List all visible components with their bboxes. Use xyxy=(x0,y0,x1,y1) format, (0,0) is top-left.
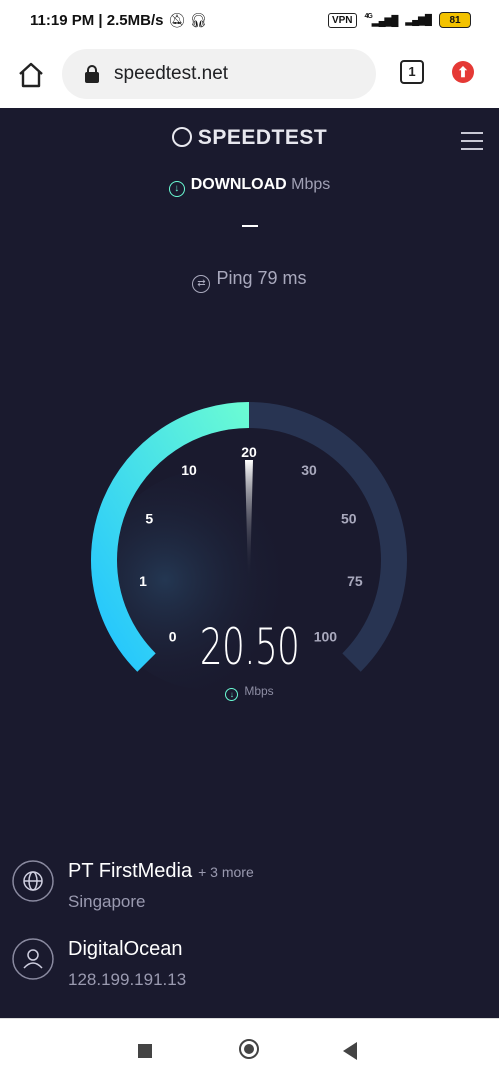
data-rate: 2.5MB/s xyxy=(106,12,164,29)
host-row[interactable]: DigitalOcean 128.199.191.13 xyxy=(12,938,492,998)
home-icon[interactable] xyxy=(16,60,46,90)
headset-icon: 🎧︎ xyxy=(189,12,208,28)
system-nav-bar xyxy=(0,1018,499,1081)
host-name: DigitalOcean xyxy=(68,938,183,960)
speedometer-icon xyxy=(171,127,192,147)
lock-icon xyxy=(85,65,99,83)
battery-level: 81 xyxy=(449,14,461,26)
download-placeholder-dash xyxy=(242,225,258,227)
ping-value: Ping 79 ms xyxy=(216,268,307,288)
gauge-tick-label: 50 xyxy=(341,511,357,527)
ping-display: ⇄ Ping 79 ms xyxy=(0,268,499,293)
speedtest-logo[interactable]: SPEEDTEST xyxy=(0,126,499,150)
signal-icon-2: ▂▄▆█ xyxy=(405,14,432,26)
tab-switcher-button[interactable]: 1 xyxy=(400,60,424,84)
gauge-tick-label: 30 xyxy=(301,462,317,478)
status-separator: | xyxy=(98,12,103,29)
recents-button[interactable] xyxy=(138,1044,152,1058)
globe-icon xyxy=(12,860,54,902)
status-bar: 11:19 PM | 2.5MB/s 🔕︎ 🎧︎ VPN 4G▂▄▆█ ▂▄▆█… xyxy=(0,0,499,44)
host-ip: 128.199.191.13 xyxy=(68,970,187,989)
back-button[interactable] xyxy=(343,1042,357,1060)
vpn-badge: VPN xyxy=(327,12,357,28)
hamburger-menu-icon[interactable] xyxy=(461,132,483,156)
current-speed-unit: ↓ Mbps xyxy=(0,684,499,701)
download-heading: ↓ DOWNLOAD Mbps xyxy=(0,176,499,197)
home-button[interactable] xyxy=(239,1039,259,1059)
network-type: 4G xyxy=(364,13,373,20)
clock: 11:19 PM xyxy=(30,12,95,29)
download-arrow-icon-small: ↓ xyxy=(225,688,239,701)
gauge-tick-label: 1 xyxy=(139,573,147,589)
download-unit: Mbps xyxy=(291,176,331,193)
download-arrow-icon: ↓ xyxy=(168,181,185,197)
address-bar[interactable]: speedtest.net xyxy=(62,49,376,99)
url-text: speedtest.net xyxy=(114,63,229,84)
isp-row[interactable]: PT FirstMedia + 3 more Singapore xyxy=(12,860,492,920)
current-speed-value: 20.50 xyxy=(199,618,300,676)
ping-icon: ⇄ xyxy=(192,275,211,293)
isp-location: Singapore xyxy=(68,892,146,911)
speedtest-page: SPEEDTEST ↓ DOWNLOAD Mbps ⇄ Ping 79 ms 015… xyxy=(0,108,499,1018)
isp-name: PT FirstMedia xyxy=(68,860,193,882)
gauge-tick-label: 20 xyxy=(241,444,257,460)
battery-icon: 81 xyxy=(439,12,471,28)
user-icon xyxy=(12,938,54,980)
download-label: DOWNLOAD xyxy=(190,176,287,193)
gauge-tick-label: 75 xyxy=(347,573,363,589)
browser-toolbar: speedtest.net 1 ⬆ xyxy=(0,44,499,109)
gauge-tick-label: 10 xyxy=(181,462,197,478)
mute-icon: 🔕︎ xyxy=(168,12,186,28)
gauge-tick-label: 5 xyxy=(145,511,153,527)
isp-more-link[interactable]: + 3 more xyxy=(198,864,254,880)
update-icon[interactable]: ⬆ xyxy=(452,61,474,83)
signal-icon: 4G▂▄▆█ xyxy=(364,13,399,27)
